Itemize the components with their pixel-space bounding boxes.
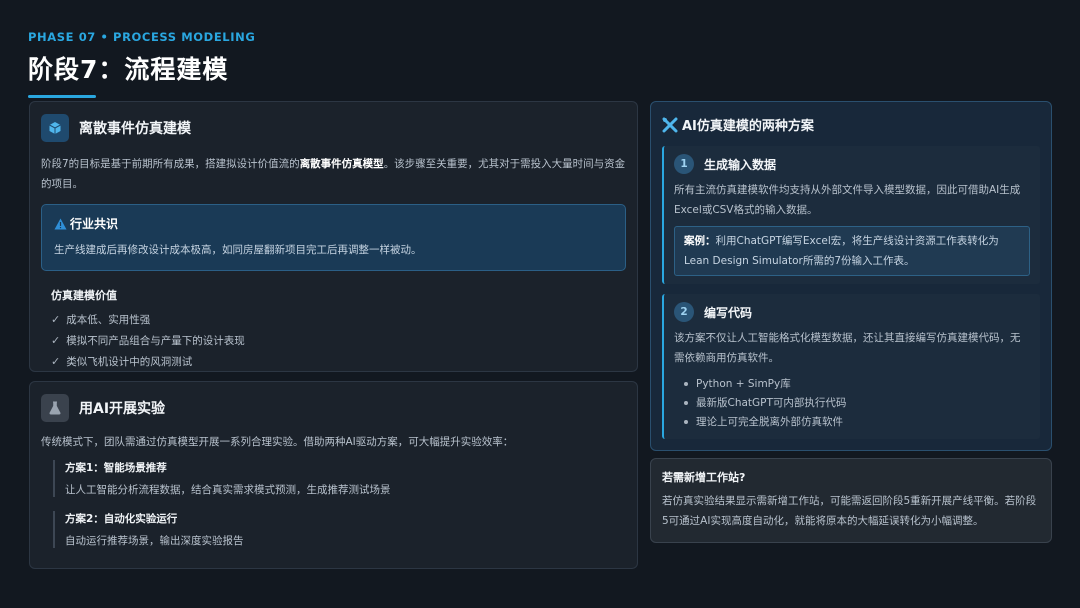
des-card-intro: 阶段7的目标是基于前期所有成果，搭建拟设计价值流的离散事件仿真模型。该步骤至关重… <box>41 154 626 194</box>
list-item: ✓ 类似飞机设计中的风洞测试 <box>51 351 626 372</box>
page-title: 阶段7：流程建模 <box>28 55 229 84</box>
note-text: 若仿真实验结果显示需新增工作站，可能需返回阶段5重新开展产线平衡。若阶段5可通过… <box>662 495 1037 527</box>
title-underline <box>28 95 96 98</box>
list-item: 理论上可完全脱离外部仿真软件 <box>684 412 1030 431</box>
list-item: ✓ 模拟不同产品组合与产量下的设计表现 <box>51 330 626 351</box>
new-workstation-note: 若需新增工作站? 若仿真实验结果显示需新增工作站，可能需返回阶段5重新开展产线平… <box>650 458 1052 543</box>
option-number: 2 <box>674 302 694 322</box>
plan-text: 自动运行推荐场景，输出深度实验报告 <box>65 535 244 547</box>
exp-card-intro: 传统模式下，团队需通过仿真模型开展一系列合理实验。借助两种AI驱动方案，可大幅提… <box>41 436 514 448</box>
tools-icon <box>662 117 678 132</box>
exp-card-header: 用AI开展实验 <box>41 394 626 422</box>
value-text: 模拟不同产品组合与产量下的设计表现 <box>66 335 245 347</box>
consensus-heading: 行业共识 <box>54 215 613 232</box>
des-modeling-card: 离散事件仿真建模 阶段7的目标是基于前期所有成果，搭建拟设计价值流的离散事件仿真… <box>29 101 638 372</box>
option-text: 该方案不仅让人工智能格式化模型数据，还让其直接编写仿真建模代码，无需依赖商用仿真… <box>674 332 1021 364</box>
code-bullet-list: Python + SimPy库 最新版ChatGPT可内部执行代码 理论上可完全… <box>684 374 1030 431</box>
example-text: 利用ChatGPT编写Excel宏，将生产线设计资源工作表转化为Lean Des… <box>684 235 999 267</box>
consensus-text: 生产线建成后再修改设计成本极高，如同房屋翻新项目完工后再调整一样被动。 <box>54 244 422 256</box>
ai-card-title: AI仿真建模的两种方案 <box>682 119 814 134</box>
ai-approaches-card: AI仿真建模的两种方案 1 生成输入数据 所有主流仿真建模软件均支持从外部文件导… <box>650 101 1052 451</box>
warning-icon <box>54 218 67 229</box>
phase-label: PHASE 07 • PROCESS MODELING <box>28 30 256 44</box>
flask-icon <box>41 394 69 422</box>
consensus-title: 行业共识 <box>70 217 119 231</box>
exp-card-title: 用AI开展实验 <box>79 401 166 417</box>
bullet-text: 最新版ChatGPT可内部执行代码 <box>696 397 847 409</box>
ai-experiment-card: 用AI开展实验 传统模式下，团队需通过仿真模型开展一系列合理实验。借助两种AI驱… <box>29 381 638 569</box>
option-title: 生成输入数据 <box>704 157 777 172</box>
plan-item: 方案2：自动化实验运行 自动运行推荐场景，输出深度实验报告 <box>53 511 626 548</box>
page-header: PHASE 07 • PROCESS MODELING 阶段7：流程建模 <box>28 30 255 98</box>
cube-icon <box>41 114 69 142</box>
des-card-title: 离散事件仿真建模 <box>79 121 191 137</box>
bullet-icon <box>684 400 688 405</box>
option-write-code: 2 编写代码 该方案不仅让人工智能格式化模型数据，还让其直接编写仿真建模代码，无… <box>662 294 1040 439</box>
intro-text: 阶段7的目标是基于前期所有成果，搭建拟设计价值流的 <box>41 158 300 170</box>
example-callout: 案例：利用ChatGPT编写Excel宏，将生产线设计资源工作表转化为Lean … <box>674 226 1030 276</box>
intro-bold: 离散事件仿真模型 <box>299 158 384 170</box>
bullet-icon <box>684 381 688 386</box>
option-text: 所有主流仿真建模软件均支持从外部文件导入模型数据，因此可借助AI生成Excel或… <box>674 184 1021 216</box>
des-card-header: 离散事件仿真建模 <box>41 114 626 142</box>
plan-item: 方案1：智能场景推荐 让人工智能分析流程数据，结合真实需求模式预测，生成推荐测试… <box>53 460 626 497</box>
option-generate-input: 1 生成输入数据 所有主流仿真建模软件均支持从外部文件导入模型数据，因此可借助A… <box>662 146 1040 284</box>
note-title: 若需新增工作站? <box>662 471 746 484</box>
plan-title: 方案1：智能场景推荐 <box>65 462 167 474</box>
example-label: 案例： <box>684 235 716 247</box>
list-item: 最新版ChatGPT可内部执行代码 <box>684 393 1030 412</box>
option-number: 1 <box>674 154 694 174</box>
bullet-icon <box>684 419 688 424</box>
check-icon: ✓ <box>51 355 61 368</box>
list-item: Python + SimPy库 <box>684 374 1030 393</box>
value-text: 成本低、实用性强 <box>66 314 151 326</box>
bullet-text: 理论上可完全脱离外部仿真软件 <box>696 416 843 428</box>
check-icon: ✓ <box>51 334 61 347</box>
value-title: 仿真建模价值 <box>51 289 117 302</box>
check-icon: ✓ <box>51 313 61 326</box>
option-header: 2 编写代码 <box>674 302 1030 322</box>
plan-title: 方案2：自动化实验运行 <box>65 513 178 525</box>
bullet-text: Python + SimPy库 <box>696 378 791 390</box>
option-title: 编写代码 <box>704 305 753 320</box>
ai-card-header: AI仿真建模的两种方案 <box>662 115 1040 134</box>
plan-text: 让人工智能分析流程数据，结合真实需求模式预测，生成推荐测试场景 <box>65 484 391 496</box>
option-header: 1 生成输入数据 <box>674 154 1030 174</box>
consensus-callout: 行业共识 生产线建成后再修改设计成本极高，如同房屋翻新项目完工后再调整一样被动。 <box>41 204 626 271</box>
value-list: ✓ 成本低、实用性强 ✓ 模拟不同产品组合与产量下的设计表现 ✓ 类似飞机设计中的风洞… <box>51 309 626 372</box>
value-text: 类似飞机设计中的风洞测试 <box>66 356 193 368</box>
list-item: ✓ 成本低、实用性强 <box>51 309 626 330</box>
